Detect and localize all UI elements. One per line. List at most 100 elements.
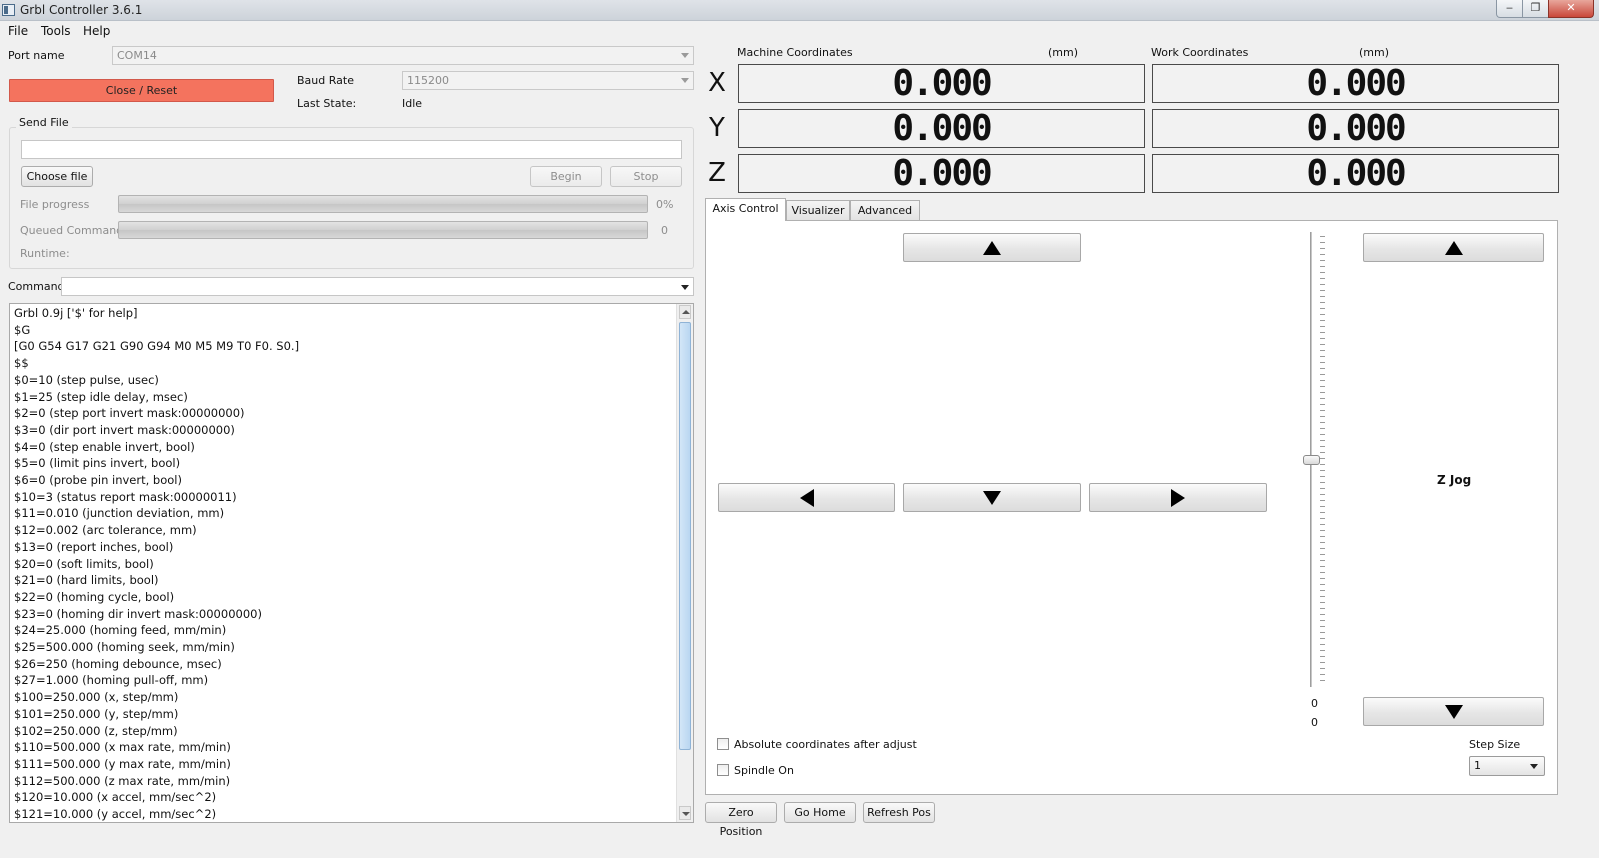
feed-slider-ticks (1320, 236, 1325, 684)
close-window-button[interactable]: ✕ (1548, 0, 1594, 18)
console-line: $20=0 (soft limits, bool) (14, 556, 154, 571)
jog-z-plus-button[interactable] (1363, 233, 1544, 262)
console-line: $25=500.000 (homing seek, mm/min) (14, 640, 235, 655)
console-line: $27=1.000 (homing pull-off, mm) (14, 673, 209, 688)
jog-z-minus-button[interactable] (1363, 697, 1544, 726)
jog-x-plus-button[interactable] (1089, 483, 1267, 512)
zero-position-button[interactable]: Zero Position (705, 802, 777, 838)
arrow-down-icon (1444, 704, 1463, 719)
port-name-value: COM14 (117, 49, 157, 62)
step-size-label: Step Size (1469, 738, 1521, 751)
queued-commands-value: 0 (661, 224, 668, 237)
choose-file-button[interactable]: Choose file (21, 166, 93, 187)
jog-y-plus-button[interactable] (903, 233, 1081, 262)
console-line: $110=500.000 (x max rate, mm/min) (14, 740, 231, 755)
scroll-down-icon[interactable] (679, 806, 691, 820)
arrow-up-icon (1444, 240, 1463, 255)
menu-help[interactable]: Help (83, 24, 110, 38)
console-line: $26=250 (homing debounce, msec) (14, 656, 222, 671)
console-line: $112=500.000 (z max rate, mm/min) (14, 773, 231, 788)
tab-visualizer[interactable]: Visualizer (786, 200, 850, 221)
port-name-label: Port name (8, 49, 65, 62)
queued-commands-label: Queued Commands (20, 224, 129, 237)
minimize-button[interactable]: ‒ (1496, 0, 1523, 18)
absolute-coords-label: Absolute coordinates after adjust (734, 738, 917, 751)
refresh-pos-button[interactable]: Refresh Pos (863, 802, 935, 823)
file-progress-value: 0% (656, 198, 674, 211)
console-line: $G (14, 322, 31, 337)
console-line: $12=0.002 (arc tolerance, mm) (14, 523, 197, 538)
last-state-label: Last State: (297, 97, 357, 110)
console-line: $24=25.000 (homing feed, mm/min) (14, 623, 227, 638)
spindle-on-checkbox[interactable] (717, 764, 729, 776)
command-label: Command (8, 280, 65, 293)
tab-advanced[interactable]: Advanced (850, 200, 920, 221)
file-path-field[interactable] (21, 140, 682, 159)
console-line: [G0 G54 G17 G21 G90 G94 M0 M5 M9 T0 F0. … (14, 339, 300, 354)
console-line: $4=0 (step enable invert, bool) (14, 439, 195, 454)
console-line: $111=500.000 (y max rate, mm/min) (14, 756, 231, 771)
tab-axis-control[interactable]: Axis Control (705, 198, 786, 221)
chevron-down-icon (681, 78, 689, 83)
jog-y-minus-button[interactable] (903, 483, 1081, 512)
console-line: $6=0 (probe pin invert, bool) (14, 473, 182, 488)
console-line: $10=3 (status report mask:00000011) (14, 489, 237, 504)
arrow-right-icon (1171, 488, 1185, 507)
machine-z-readout: 0.000 (738, 154, 1145, 193)
console-output[interactable]: Grbl 0.9j ['$' for help] $G [G0 G54 G17 G2… (9, 303, 694, 823)
last-state-value: Idle (402, 97, 423, 110)
console-line: $21=0 (hard limits, bool) (14, 573, 159, 588)
console-line: $121=10.000 (y accel, mm/sec^2) (14, 807, 217, 822)
port-name-select[interactable]: COM14 (112, 46, 694, 65)
menu-tools[interactable]: Tools (41, 24, 71, 38)
go-home-button[interactable]: Go Home (784, 802, 856, 823)
machine-unit-label: (mm) (1048, 46, 1079, 59)
arrow-up-icon (983, 240, 1001, 255)
stop-button[interactable]: Stop (610, 166, 682, 187)
work-unit-label: (mm) (1359, 46, 1390, 59)
window-title: Grbl Controller 3.6.1 (20, 3, 143, 17)
absolute-coords-checkbox[interactable] (717, 738, 729, 750)
console-line: $3=0 (dir port invert mask:00000000) (14, 422, 235, 437)
console-scrollbar[interactable] (676, 304, 693, 822)
machine-y-readout: 0.000 (738, 109, 1145, 148)
chevron-down-icon[interactable] (681, 285, 689, 290)
jog-x-minus-button[interactable] (718, 483, 895, 512)
arrow-left-icon (799, 488, 814, 507)
console-line: $0=10 (step pulse, usec) (14, 372, 159, 387)
step-size-select[interactable]: 1 (1469, 756, 1545, 776)
console-line: $1=25 (step idle delay, msec) (14, 389, 188, 404)
console-line: $120=10.000 (x accel, mm/sec^2) (14, 790, 217, 805)
runtime-label: Runtime: (20, 247, 70, 260)
scroll-up-icon[interactable] (679, 305, 691, 319)
console-line: $102=250.000 (z, step/mm) (14, 723, 178, 738)
menu-file[interactable]: File (8, 24, 28, 38)
machine-x-readout: 0.000 (738, 64, 1145, 103)
console-line: Grbl 0.9j ['$' for help] (14, 306, 138, 320)
axis-z-label: Z (708, 158, 726, 188)
axis-x-label: X (708, 68, 726, 98)
file-progress-bar (118, 195, 648, 213)
baud-rate-select[interactable]: 115200 (402, 71, 694, 90)
arrow-down-icon (983, 490, 1001, 505)
close-reset-button[interactable]: Close / Reset (9, 79, 274, 102)
console-line: $2=0 (step port invert mask:00000000) (14, 406, 245, 421)
slider-value-label: 0 (1311, 716, 1318, 729)
baud-rate-label: Baud Rate (297, 74, 354, 87)
console-line: $$ (14, 356, 29, 371)
maximize-button[interactable]: ❐ (1522, 0, 1549, 18)
work-x-readout: 0.000 (1152, 64, 1559, 103)
begin-button[interactable]: Begin (530, 166, 602, 187)
app-icon (2, 4, 15, 16)
scrollbar-thumb[interactable] (679, 322, 691, 750)
chevron-down-icon (1530, 764, 1538, 769)
feed-slider-handle[interactable] (1303, 455, 1320, 465)
baud-rate-value: 115200 (407, 74, 449, 87)
step-size-value: 1 (1474, 759, 1481, 772)
command-input[interactable] (61, 277, 694, 296)
chevron-down-icon (681, 53, 689, 58)
console-line: $22=0 (homing cycle, bool) (14, 589, 175, 604)
z-jog-label: Z Jog (1437, 473, 1472, 487)
menu-bar (0, 22, 1599, 41)
slider-min-label: 0 (1311, 697, 1318, 710)
